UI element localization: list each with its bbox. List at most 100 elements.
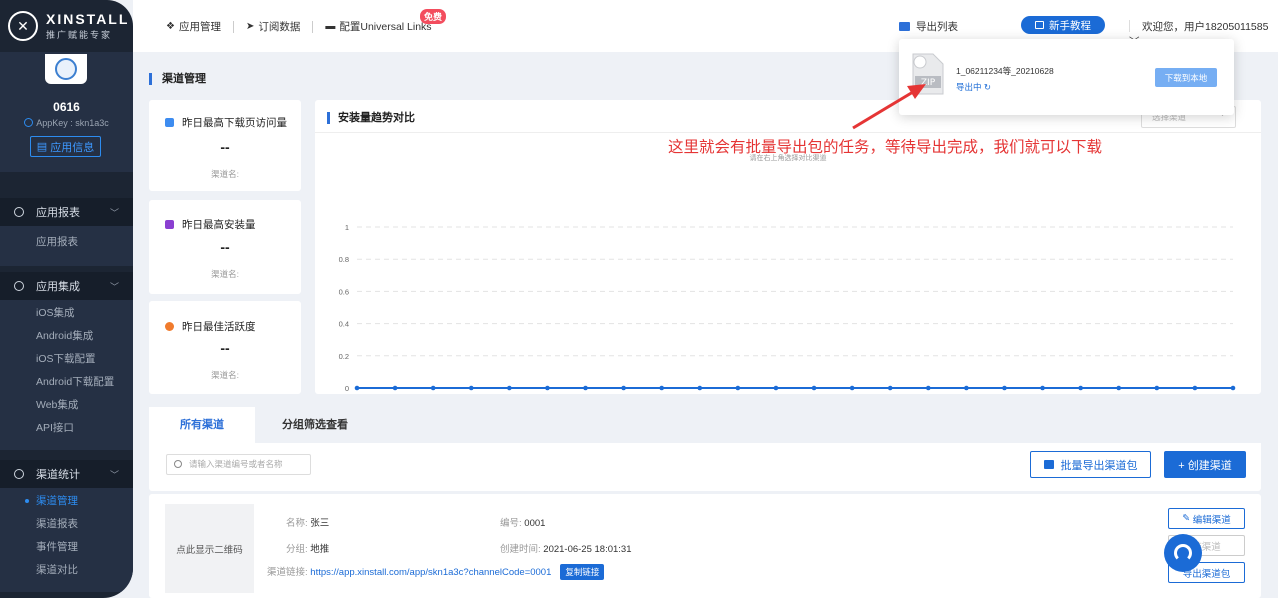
- nav-label: 应用管理: [178, 21, 221, 33]
- x-tick-label: 2: [431, 393, 435, 394]
- tab-group-filter[interactable]: 分组筛选查看: [255, 407, 375, 443]
- export-list-label: 导出列表: [916, 21, 958, 33]
- sidebar-item-api[interactable]: API接口: [0, 417, 133, 440]
- sidebar-item-web-integration[interactable]: Web集成: [0, 394, 133, 417]
- info-icon: [24, 118, 34, 127]
- x-tick-label: 7: [622, 393, 626, 394]
- data-point: [545, 385, 550, 391]
- divider: [232, 20, 234, 33]
- x-tick-label: 14: [886, 393, 894, 394]
- free-badge: 免费: [420, 9, 447, 24]
- data-point: [964, 385, 969, 391]
- sidebar-item-android-download-config[interactable]: Android下载配置: [0, 371, 133, 394]
- brand[interactable]: ✕ XINSTALL 推广赋能专家: [0, 0, 133, 52]
- main-content: 渠道管理 昨日最高下载页访问量 -- 渠道名: 昨日最高安装量 -- 渠道名: …: [133, 52, 1278, 598]
- data-point: [849, 385, 855, 391]
- data-point: [1154, 385, 1160, 391]
- stat-card-downloads: 昨日最高下载页访问量 -- 渠道名:: [149, 100, 301, 191]
- stat-channel: 渠道名:: [211, 169, 239, 179]
- customer-service-icon[interactable]: [1164, 534, 1202, 572]
- x-tick-label: 22: [1191, 393, 1199, 394]
- search-input[interactable]: 请输入渠道编号或者名称: [166, 454, 311, 475]
- data-point: [430, 385, 436, 391]
- tab-all-channels[interactable]: 所有渠道: [149, 407, 255, 443]
- zip-label: ZIP: [921, 78, 936, 88]
- chevron-down-icon: ﹀: [109, 469, 119, 480]
- sidebar-item-app-report[interactable]: 应用报表: [0, 231, 133, 254]
- sidebar-item-android-integration[interactable]: Android集成: [0, 325, 133, 348]
- data-point: [735, 385, 741, 391]
- batch-export-button[interactable]: 批量导出渠道包: [1030, 451, 1151, 478]
- nav-subscribe-data[interactable]: ➤ 订阅数据: [246, 19, 300, 34]
- stat-value: --: [220, 340, 230, 356]
- sidebar-item-channel-compare[interactable]: 渠道对比: [0, 559, 133, 582]
- y-tick-label: 0.4: [339, 320, 349, 329]
- sidebar-section-head-integration[interactable]: 应用集成 ﹀: [0, 272, 133, 300]
- tutorial-button[interactable]: 新手教程: [1021, 16, 1105, 34]
- data-point: [1192, 385, 1198, 391]
- briefcase-icon: ▬: [325, 21, 336, 32]
- channel-code: 编号: 0001: [500, 518, 546, 529]
- edit-channel-button[interactable]: ✎ 编辑渠道: [1168, 508, 1245, 529]
- brand-slogan: 推广赋能专家: [46, 30, 113, 40]
- app-info-label: 应用信息: [50, 141, 95, 154]
- app-key: AppKey : skn1a3c: [0, 118, 133, 128]
- folder-icon: [899, 22, 910, 31]
- zip-file-icon: ZIP: [912, 53, 944, 95]
- x-tick-label: 21: [1153, 393, 1161, 394]
- sidebar-item-channel-report[interactable]: 渠道报表: [0, 513, 133, 536]
- fire-icon: [165, 322, 174, 331]
- sidebar-item-ios-download-config[interactable]: iOS下载配置: [0, 348, 133, 371]
- book-icon: [1035, 21, 1044, 29]
- x-tick-label: 12: [810, 393, 818, 394]
- x-tick-label: 5: [545, 393, 549, 394]
- qr-code-button[interactable]: 点此显示二维码: [165, 504, 254, 593]
- download-button[interactable]: 下载到本地: [1155, 68, 1217, 87]
- sidebar-section-head-app-report[interactable]: 应用报表 ﹀: [0, 198, 133, 226]
- install-icon: [165, 220, 174, 229]
- y-tick-label: 1: [345, 223, 349, 232]
- data-point: [392, 385, 398, 391]
- nav-universal-links[interactable]: ▬ 配置Universal Links: [325, 19, 431, 34]
- sidebar-item-ios-integration[interactable]: iOS集成: [0, 302, 133, 325]
- data-point: [583, 385, 588, 391]
- nav-app-management[interactable]: ❖ 应用管理: [166, 19, 221, 34]
- sidebar-section-title: 应用报表: [36, 207, 80, 219]
- folder-icon: [1043, 460, 1054, 469]
- sidebar-section-app-report: 应用报表 ﹀ 应用报表: [0, 198, 133, 266]
- annotation-text: 这里就会有批量导出包的任务，等待导出完成，我们就可以下载: [668, 139, 1103, 156]
- x-tick-label: 4: [507, 393, 511, 394]
- sidebar: ✕ XINSTALL 推广赋能专家 0616 AppKey : skn1a3c …: [0, 0, 133, 598]
- channel-created: 创建时间: 2021-06-25 18:01:31: [500, 544, 632, 555]
- page-title: 渠道管理: [149, 73, 206, 85]
- sidebar-section-head-channel-stats[interactable]: 渠道统计 ﹀: [0, 460, 133, 488]
- copy-link-button[interactable]: 复制链接: [560, 564, 605, 580]
- stat-value: --: [220, 239, 230, 255]
- stat-card-installs: 昨日最高安装量 -- 渠道名:: [149, 200, 301, 294]
- sidebar-item-channel-management[interactable]: 渠道管理: [0, 490, 133, 513]
- data-point: [1002, 385, 1007, 391]
- y-tick-label: 0.8: [339, 255, 349, 264]
- x-tick-label: 18: [1038, 393, 1046, 394]
- data-point: [1116, 385, 1122, 391]
- create-channel-button[interactable]: + 创建渠道: [1164, 451, 1246, 478]
- x-tick-label: 17: [1000, 393, 1008, 394]
- sidebar-item-event-management[interactable]: 事件管理: [0, 536, 133, 559]
- app-info-button[interactable]: ▤ 应用信息: [30, 136, 101, 157]
- y-tick-label: 0.6: [339, 287, 349, 296]
- stat-channel: 渠道名:: [211, 269, 239, 279]
- x-tick-label: 23: [1229, 393, 1237, 394]
- share-icon: [14, 469, 24, 479]
- app-name: 0616: [53, 100, 80, 114]
- send-icon: ➤: [245, 21, 255, 32]
- cube-icon: [14, 281, 24, 291]
- stat-value: --: [220, 139, 230, 155]
- channel-link-url[interactable]: https://app.xinstall.com/app/skn1a3c?cha…: [310, 567, 551, 578]
- data-point: [811, 385, 817, 391]
- export-list-button[interactable]: 导出列表: [899, 19, 958, 34]
- nav-label: 订阅数据: [258, 21, 301, 33]
- sidebar-section-title: 渠道统计: [36, 469, 80, 481]
- channel-row: 点此显示二维码 名称: 张三 分组: 地推 编号: 0001 创建时间: 202…: [149, 494, 1261, 598]
- export-status: 导出中 ↻: [956, 82, 992, 92]
- data-point: [621, 385, 626, 391]
